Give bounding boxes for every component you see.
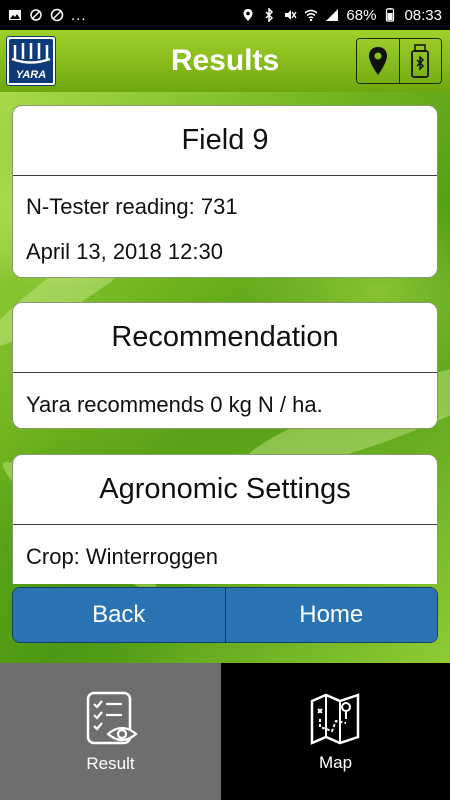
- eco-icon: [30, 9, 42, 21]
- bluetooth-icon: [265, 8, 274, 22]
- mute-icon: [285, 10, 298, 20]
- tab-result-label: Result: [86, 753, 135, 773]
- reading-date: April 13, 2018 12:30: [26, 239, 223, 264]
- viking-ship-icon: [9, 39, 53, 67]
- navigation-buttons: Back Home: [12, 587, 438, 643]
- bottom-tab-bar: Result Map: [0, 663, 450, 800]
- bluetooth-device-button[interactable]: [398, 39, 441, 83]
- recommendation-title: Recommendation: [13, 303, 437, 373]
- n-tester-reading: N-Tester reading: 731: [26, 194, 238, 219]
- home-button[interactable]: Home: [224, 588, 437, 642]
- location-icon: [243, 9, 253, 21]
- yara-logo: YARA: [6, 36, 56, 86]
- location-pin-icon: [368, 47, 387, 75]
- more-notifications: ...: [71, 6, 87, 24]
- battery-icon: [386, 8, 395, 22]
- tab-map[interactable]: Map: [221, 663, 450, 800]
- image-icon: [9, 10, 21, 20]
- back-button[interactable]: Back: [13, 588, 225, 642]
- recommendation-card: Recommendation Yara recommends 0 kg N / …: [12, 302, 438, 429]
- logo-text: YARA: [9, 67, 53, 83]
- status-right: 68% 08:33: [241, 7, 442, 24]
- status-left: ...: [8, 7, 87, 24]
- location-button[interactable]: [357, 39, 399, 83]
- app-bar: YARA Results: [0, 30, 450, 92]
- recommendation-text: Yara recommends 0 kg N / ha.: [26, 392, 323, 417]
- page-title: Results: [170, 44, 280, 77]
- agronomic-settings-card: Agronomic Settings Crop: Winterroggen: [12, 454, 438, 584]
- blocked-icon: [50, 8, 64, 22]
- tab-map-label: Map: [318, 752, 353, 772]
- field-card: Field 9 N-Tester reading: 731 April 13, …: [12, 105, 438, 278]
- map-icon: [310, 692, 359, 745]
- bluetooth-usb-icon: [411, 44, 430, 78]
- tab-result[interactable]: Result: [0, 663, 221, 800]
- crop-value: Crop: Winterroggen: [26, 544, 218, 569]
- clock: 08:33: [404, 6, 442, 24]
- header-actions: [356, 38, 442, 84]
- status-bar: ... 68% 08:33: [0, 0, 450, 30]
- field-title: Field 9: [13, 106, 437, 176]
- checklist-eye-icon: [86, 691, 138, 744]
- results-content[interactable]: Field 9 N-Tester reading: 731 April 13, …: [0, 92, 450, 663]
- wifi-icon: [304, 9, 318, 22]
- battery-percent: 68%: [346, 6, 377, 24]
- signal-icon: [326, 9, 339, 21]
- agronomic-settings-title: Agronomic Settings: [13, 455, 437, 525]
